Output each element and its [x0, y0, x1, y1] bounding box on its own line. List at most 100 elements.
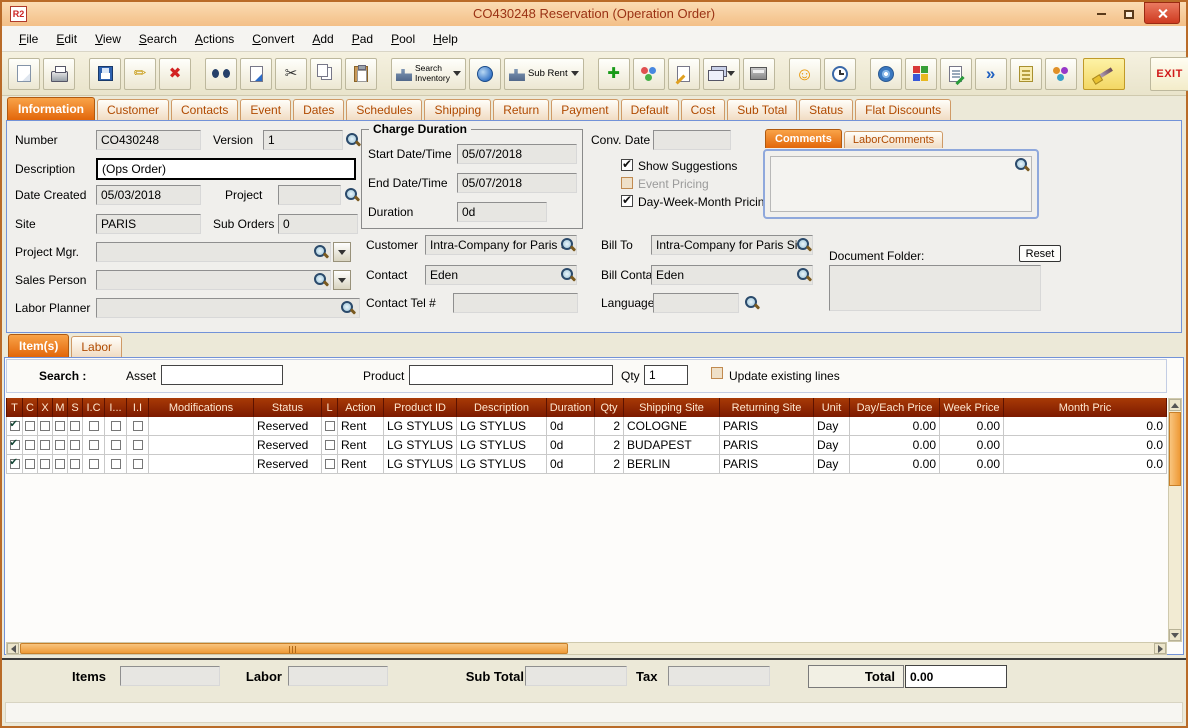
- column-header[interactable]: Unit: [814, 398, 850, 417]
- row-checkbox[interactable]: [88, 421, 99, 431]
- column-header[interactable]: Product ID: [384, 398, 457, 417]
- sub-total-field[interactable]: [525, 666, 627, 686]
- chevron-down-icon[interactable]: [570, 71, 579, 76]
- disc-button[interactable]: [869, 57, 902, 90]
- row-checkbox[interactable]: [132, 440, 143, 450]
- search-inventory-button[interactable]: Search Inventory: [391, 57, 466, 90]
- tab-labor-comments[interactable]: LaborComments: [843, 131, 944, 148]
- comments-search-icon[interactable]: [1014, 157, 1029, 172]
- reset-button[interactable]: Reset: [1019, 245, 1061, 262]
- row-l-checkbox[interactable]: [324, 440, 335, 450]
- menu-item-add[interactable]: Add: [303, 28, 342, 50]
- row-checkbox[interactable]: [70, 459, 80, 469]
- tab-customer[interactable]: Customer: [97, 99, 170, 120]
- column-header[interactable]: Action: [338, 398, 384, 417]
- row-checkbox[interactable]: [110, 421, 121, 431]
- scroll-left-button[interactable]: [7, 643, 19, 654]
- customer-search-icon[interactable]: [560, 237, 575, 252]
- document-folder-box[interactable]: [829, 265, 1041, 311]
- row-checkbox[interactable]: [40, 421, 50, 431]
- row-checkbox[interactable]: [70, 421, 80, 431]
- column-header[interactable]: I.C: [83, 398, 105, 417]
- row-checkbox[interactable]: [132, 459, 143, 469]
- bill-contact-search-icon[interactable]: [796, 267, 811, 282]
- row-checkbox[interactable]: [55, 459, 65, 469]
- tab-contacts[interactable]: Contacts: [171, 99, 239, 120]
- row-checkbox[interactable]: [40, 459, 50, 469]
- contact-field[interactable]: [425, 265, 577, 285]
- event-pricing-checkbox[interactable]: [621, 177, 633, 189]
- date-created-field[interactable]: [96, 185, 201, 205]
- end-date-field[interactable]: [457, 173, 577, 193]
- tab-shipping[interactable]: Shipping: [424, 99, 492, 120]
- number-field[interactable]: [96, 130, 201, 150]
- tab-return[interactable]: Return: [493, 99, 550, 120]
- description-field[interactable]: [96, 158, 356, 180]
- row-checkbox[interactable]: [55, 421, 65, 431]
- print-button[interactable]: [43, 57, 75, 90]
- comments-textarea[interactable]: [770, 156, 1032, 212]
- contact-search-icon[interactable]: [560, 267, 575, 282]
- menu-item-search[interactable]: Search: [130, 28, 186, 50]
- labor-total-field[interactable]: [288, 666, 388, 686]
- sales-person-dropdown-button[interactable]: [333, 270, 351, 290]
- color-group-button[interactable]: [1044, 57, 1077, 90]
- cut-button[interactable]: ✂: [275, 57, 307, 90]
- table-row[interactable]: Reserved Rent LG STYLUS LG STYLUS 0d 2 C…: [6, 417, 1167, 436]
- pad-button[interactable]: [702, 57, 740, 90]
- row-checkbox[interactable]: [88, 459, 99, 469]
- duplicate-button[interactable]: [240, 57, 272, 90]
- table-row[interactable]: Reserved Rent LG STYLUS LG STYLUS 0d 2 B…: [6, 455, 1167, 474]
- row-checkbox[interactable]: [25, 440, 35, 450]
- vertical-scrollbar[interactable]: [1168, 398, 1182, 642]
- column-header[interactable]: Description: [457, 398, 547, 417]
- labor-planner-field[interactable]: [96, 298, 360, 318]
- menu-item-view[interactable]: View: [86, 28, 130, 50]
- group-button[interactable]: [632, 57, 665, 90]
- menu-item-pool[interactable]: Pool: [382, 28, 424, 50]
- project-mgr-search-icon[interactable]: [313, 244, 328, 259]
- chevron-down-icon[interactable]: [452, 71, 461, 76]
- tab-cost[interactable]: Cost: [680, 99, 726, 120]
- menu-item-help[interactable]: Help: [424, 28, 467, 50]
- paintbrush-button[interactable]: [1082, 57, 1125, 90]
- version-field[interactable]: [263, 130, 343, 150]
- menu-item-edit[interactable]: Edit: [47, 28, 86, 50]
- column-header[interactable]: L: [322, 398, 338, 417]
- tab-labor[interactable]: Labor: [71, 336, 123, 357]
- note-button[interactable]: [667, 57, 700, 90]
- menu-item-pad[interactable]: Pad: [343, 28, 382, 50]
- language-field[interactable]: [653, 293, 739, 313]
- horizontal-scroll-thumb[interactable]: [20, 643, 568, 654]
- menu-item-actions[interactable]: Actions: [186, 28, 243, 50]
- column-header[interactable]: Qty: [595, 398, 624, 417]
- total-field[interactable]: [905, 665, 1007, 688]
- bill-contact-field[interactable]: [651, 265, 813, 285]
- project-search-icon[interactable]: [344, 187, 359, 202]
- edit-button[interactable]: ✏: [124, 57, 156, 90]
- column-header[interactable]: I...: [105, 398, 127, 417]
- delete-button[interactable]: ✖: [159, 57, 191, 90]
- show-suggestions-checkbox[interactable]: [621, 157, 633, 171]
- labor-planner-search-icon[interactable]: [340, 300, 355, 315]
- tab-dates[interactable]: Dates: [293, 99, 345, 120]
- menu-item-convert[interactable]: Convert: [243, 28, 303, 50]
- day-week-month-pricing-checkbox[interactable]: [621, 193, 633, 207]
- table-row[interactable]: Reserved Rent LG STYLUS LG STYLUS 0d 2 B…: [6, 436, 1167, 455]
- row-checkbox[interactable]: [55, 440, 65, 450]
- close-button[interactable]: [1144, 2, 1180, 24]
- row-checkbox[interactable]: [110, 459, 121, 469]
- paste-button[interactable]: [345, 57, 377, 90]
- row-checkbox[interactable]: [110, 440, 121, 450]
- add-button[interactable]: ✚: [597, 57, 630, 90]
- column-header[interactable]: Week Price: [940, 398, 1004, 417]
- tab-sub-total[interactable]: Sub Total: [727, 99, 798, 120]
- conv-date-field[interactable]: [653, 130, 731, 150]
- tab-schedules[interactable]: Schedules: [346, 99, 423, 120]
- cubes-button[interactable]: [904, 57, 937, 90]
- column-header[interactable]: Status: [254, 398, 322, 417]
- vertical-scroll-thumb[interactable]: [1169, 412, 1181, 486]
- row-checkbox[interactable]: [40, 440, 50, 450]
- scroll-down-button[interactable]: [1169, 629, 1181, 641]
- column-header[interactable]: Duration: [547, 398, 595, 417]
